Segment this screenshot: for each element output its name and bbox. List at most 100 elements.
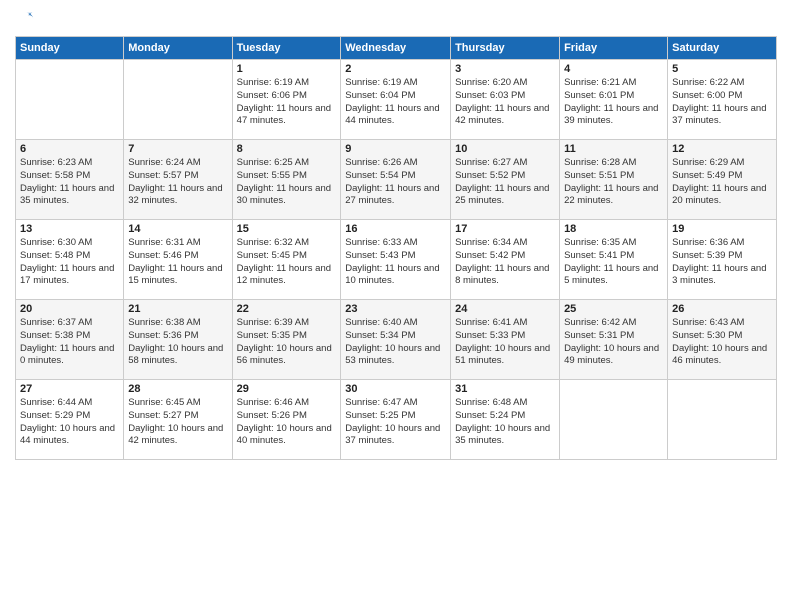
calendar-day-cell: 29 Sunrise: 6:46 AM Sunset: 5:26 PM Dayli… bbox=[232, 380, 341, 460]
calendar-day-cell: 14Sunrise: 6:31 AM Sunset: 5:46 PM Dayli… bbox=[124, 220, 232, 300]
day-number: 20 bbox=[20, 303, 119, 315]
day-info: Sunrise: 6:38 AM Sunset: 5:36 PM Dayligh… bbox=[128, 317, 227, 368]
calendar-day-cell: 21Sunrise: 6:38 AM Sunset: 5:36 PM Dayli… bbox=[124, 300, 232, 380]
calendar-week-row: 1 Sunrise: 6:19 AM Sunset: 6:06 PM Daylig… bbox=[16, 60, 777, 140]
calendar-day-cell bbox=[668, 380, 777, 460]
day-number: 17 bbox=[455, 223, 555, 235]
day-info: Sunrise: 6:35 AM Sunset: 5:41 PM Dayligh… bbox=[564, 237, 663, 288]
day-info: Sunrise: 6:40 AM Sunset: 5:34 PM Dayligh… bbox=[345, 317, 446, 368]
day-number: 19 bbox=[672, 223, 772, 235]
day-info: Sunrise: 6:19 AM Sunset: 6:06 PM Dayligh… bbox=[237, 77, 337, 128]
calendar-day-cell: 17 Sunrise: 6:34 AM Sunset: 5:42 PM Dayli… bbox=[451, 220, 560, 300]
calendar-day-cell bbox=[560, 380, 668, 460]
calendar-day-cell: 31 Sunrise: 6:48 AM Sunset: 5:24 PM Dayli… bbox=[451, 380, 560, 460]
day-number: 30 bbox=[345, 383, 446, 395]
calendar-day-cell: 24 Sunrise: 6:41 AM Sunset: 5:33 PM Dayli… bbox=[451, 300, 560, 380]
calendar-day-cell: 6Sunrise: 6:23 AM Sunset: 5:58 PM Daylig… bbox=[16, 140, 124, 220]
calendar-week-row: 6Sunrise: 6:23 AM Sunset: 5:58 PM Daylig… bbox=[16, 140, 777, 220]
day-info: Sunrise: 6:46 AM Sunset: 5:26 PM Dayligh… bbox=[237, 397, 337, 448]
day-info: Sunrise: 6:26 AM Sunset: 5:54 PM Dayligh… bbox=[345, 157, 446, 208]
calendar-day-cell: 5Sunrise: 6:22 AM Sunset: 6:00 PM Daylig… bbox=[668, 60, 777, 140]
calendar-day-cell: 7 Sunrise: 6:24 AM Sunset: 5:57 PM Daylig… bbox=[124, 140, 232, 220]
day-number: 7 bbox=[128, 143, 227, 155]
day-number: 28 bbox=[128, 383, 227, 395]
calendar-day-cell: 9 Sunrise: 6:26 AM Sunset: 5:54 PM Daylig… bbox=[341, 140, 451, 220]
day-info: Sunrise: 6:48 AM Sunset: 5:24 PM Dayligh… bbox=[455, 397, 555, 448]
day-info: Sunrise: 6:42 AM Sunset: 5:31 PM Dayligh… bbox=[564, 317, 663, 368]
day-info: Sunrise: 6:36 AM Sunset: 5:39 PM Dayligh… bbox=[672, 237, 772, 288]
calendar-day-cell: 26Sunrise: 6:43 AM Sunset: 5:30 PM Dayli… bbox=[668, 300, 777, 380]
day-info: Sunrise: 6:34 AM Sunset: 5:42 PM Dayligh… bbox=[455, 237, 555, 288]
day-number: 24 bbox=[455, 303, 555, 315]
calendar-day-cell: 15 Sunrise: 6:32 AM Sunset: 5:45 PM Dayli… bbox=[232, 220, 341, 300]
calendar-day-cell: 25 Sunrise: 6:42 AM Sunset: 5:31 PM Dayli… bbox=[560, 300, 668, 380]
day-number: 22 bbox=[237, 303, 337, 315]
day-number: 29 bbox=[237, 383, 337, 395]
day-info: Sunrise: 6:41 AM Sunset: 5:33 PM Dayligh… bbox=[455, 317, 555, 368]
day-info: Sunrise: 6:45 AM Sunset: 5:27 PM Dayligh… bbox=[128, 397, 227, 448]
day-info: Sunrise: 6:27 AM Sunset: 5:52 PM Dayligh… bbox=[455, 157, 555, 208]
calendar-day-cell: 30 Sunrise: 6:47 AM Sunset: 5:25 PM Dayli… bbox=[341, 380, 451, 460]
day-number: 10 bbox=[455, 143, 555, 155]
calendar-week-row: 27 Sunrise: 6:44 AM Sunset: 5:29 PM Dayli… bbox=[16, 380, 777, 460]
day-info: Sunrise: 6:47 AM Sunset: 5:25 PM Dayligh… bbox=[345, 397, 446, 448]
day-number: 26 bbox=[672, 303, 772, 315]
calendar-day-cell bbox=[16, 60, 124, 140]
day-info: Sunrise: 6:23 AM Sunset: 5:58 PM Dayligh… bbox=[20, 157, 119, 208]
day-number: 23 bbox=[345, 303, 446, 315]
day-number: 13 bbox=[20, 223, 119, 235]
day-info: Sunrise: 6:44 AM Sunset: 5:29 PM Dayligh… bbox=[20, 397, 119, 448]
day-number: 27 bbox=[20, 383, 119, 395]
weekday-header: Friday bbox=[560, 37, 668, 60]
calendar-day-cell bbox=[124, 60, 232, 140]
calendar-day-cell: 23 Sunrise: 6:40 AM Sunset: 5:34 PM Dayli… bbox=[341, 300, 451, 380]
weekday-header: Tuesday bbox=[232, 37, 341, 60]
day-info: Sunrise: 6:24 AM Sunset: 5:57 PM Dayligh… bbox=[128, 157, 227, 208]
day-info: Sunrise: 6:33 AM Sunset: 5:43 PM Dayligh… bbox=[345, 237, 446, 288]
calendar-day-cell: 28 Sunrise: 6:45 AM Sunset: 5:27 PM Dayli… bbox=[124, 380, 232, 460]
day-number: 11 bbox=[564, 143, 663, 155]
day-number: 9 bbox=[345, 143, 446, 155]
day-number: 12 bbox=[672, 143, 772, 155]
day-number: 8 bbox=[237, 143, 337, 155]
day-info: Sunrise: 6:19 AM Sunset: 6:04 PM Dayligh… bbox=[345, 77, 446, 128]
day-info: Sunrise: 6:30 AM Sunset: 5:48 PM Dayligh… bbox=[20, 237, 119, 288]
day-number: 2 bbox=[345, 63, 446, 75]
day-number: 3 bbox=[455, 63, 555, 75]
calendar-week-row: 13 Sunrise: 6:30 AM Sunset: 5:48 PM Dayli… bbox=[16, 220, 777, 300]
weekday-header: Thursday bbox=[451, 37, 560, 60]
day-number: 18 bbox=[564, 223, 663, 235]
day-number: 25 bbox=[564, 303, 663, 315]
day-info: Sunrise: 6:32 AM Sunset: 5:45 PM Dayligh… bbox=[237, 237, 337, 288]
logo bbox=[15, 10, 35, 28]
day-number: 31 bbox=[455, 383, 555, 395]
calendar-day-cell: 20 Sunrise: 6:37 AM Sunset: 5:38 PM Dayli… bbox=[16, 300, 124, 380]
calendar-day-cell: 18 Sunrise: 6:35 AM Sunset: 5:41 PM Dayli… bbox=[560, 220, 668, 300]
day-number: 5 bbox=[672, 63, 772, 75]
day-number: 14 bbox=[128, 223, 227, 235]
day-info: Sunrise: 6:21 AM Sunset: 6:01 PM Dayligh… bbox=[564, 77, 663, 128]
calendar-day-cell: 11Sunrise: 6:28 AM Sunset: 5:51 PM Dayli… bbox=[560, 140, 668, 220]
logo-bird-icon bbox=[17, 10, 35, 28]
calendar-day-cell: 27 Sunrise: 6:44 AM Sunset: 5:29 PM Dayli… bbox=[16, 380, 124, 460]
day-number: 16 bbox=[345, 223, 446, 235]
day-info: Sunrise: 6:37 AM Sunset: 5:38 PM Dayligh… bbox=[20, 317, 119, 368]
calendar-day-cell: 4Sunrise: 6:21 AM Sunset: 6:01 PM Daylig… bbox=[560, 60, 668, 140]
calendar-day-cell: 3Sunrise: 6:20 AM Sunset: 6:03 PM Daylig… bbox=[451, 60, 560, 140]
calendar-day-cell: 16 Sunrise: 6:33 AM Sunset: 5:43 PM Dayli… bbox=[341, 220, 451, 300]
calendar-day-cell: 2 Sunrise: 6:19 AM Sunset: 6:04 PM Daylig… bbox=[341, 60, 451, 140]
header bbox=[15, 10, 777, 28]
weekday-header: Wednesday bbox=[341, 37, 451, 60]
weekday-header: Saturday bbox=[668, 37, 777, 60]
calendar-week-row: 20 Sunrise: 6:37 AM Sunset: 5:38 PM Dayli… bbox=[16, 300, 777, 380]
day-number: 15 bbox=[237, 223, 337, 235]
calendar-day-cell: 10 Sunrise: 6:27 AM Sunset: 5:52 PM Dayli… bbox=[451, 140, 560, 220]
day-info: Sunrise: 6:29 AM Sunset: 5:49 PM Dayligh… bbox=[672, 157, 772, 208]
calendar-day-cell: 8 Sunrise: 6:25 AM Sunset: 5:55 PM Daylig… bbox=[232, 140, 341, 220]
day-number: 1 bbox=[237, 63, 337, 75]
day-info: Sunrise: 6:39 AM Sunset: 5:35 PM Dayligh… bbox=[237, 317, 337, 368]
calendar-day-cell: 12 Sunrise: 6:29 AM Sunset: 5:49 PM Dayli… bbox=[668, 140, 777, 220]
page: SundayMondayTuesdayWednesdayThursdayFrid… bbox=[0, 0, 792, 612]
calendar-table: SundayMondayTuesdayWednesdayThursdayFrid… bbox=[15, 36, 777, 460]
day-info: Sunrise: 6:25 AM Sunset: 5:55 PM Dayligh… bbox=[237, 157, 337, 208]
